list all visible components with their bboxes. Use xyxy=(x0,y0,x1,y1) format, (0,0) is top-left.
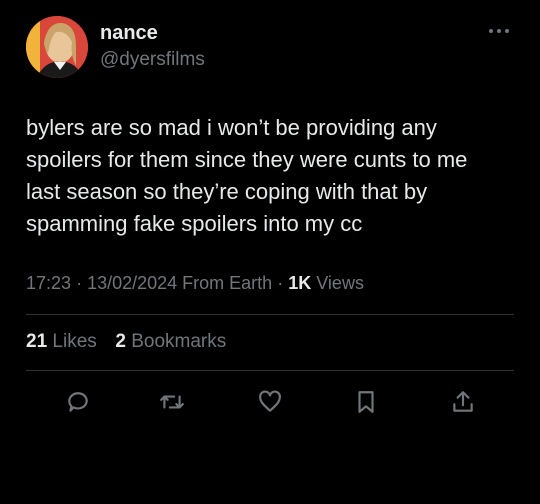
divider xyxy=(26,370,514,371)
tweet-text: bylers are so mad i won’t be providing a… xyxy=(26,112,514,240)
tweet-source: From Earth xyxy=(182,273,273,293)
views-label[interactable]: Views xyxy=(316,273,364,293)
engagement-stats: 21 Likes 2 Bookmarks xyxy=(26,331,226,353)
likes-count[interactable]: 21 xyxy=(26,331,47,352)
avatar[interactable] xyxy=(26,16,88,78)
tweet-line: spoilers for them since they were cunts … xyxy=(26,147,468,172)
bookmark-icon[interactable] xyxy=(353,389,379,415)
action-bar xyxy=(0,389,540,415)
share-icon[interactable] xyxy=(450,389,476,415)
tweet-line: spamming fake spoilers into my cc xyxy=(26,211,363,236)
tweet-date[interactable]: 13/02/2024 xyxy=(87,273,177,293)
retweet-icon[interactable] xyxy=(159,389,185,415)
views-count[interactable]: 1K xyxy=(288,273,311,293)
separator-dot: · xyxy=(277,273,289,293)
tweet-time[interactable]: 17:23 xyxy=(26,273,71,293)
tweet-line: last season so they’re coping with that … xyxy=(26,179,428,204)
reply-icon[interactable] xyxy=(65,389,91,415)
like-icon[interactable] xyxy=(257,389,283,415)
user-handle[interactable]: @dyersfilms xyxy=(100,49,205,71)
separator-dot: · xyxy=(76,273,88,293)
likes-label[interactable]: Likes xyxy=(52,331,96,352)
tweet-line: bylers are so mad i won’t be providing a… xyxy=(26,115,437,140)
tweet-metadata: 17:23 · 13/02/2024 From Earth · 1K Views xyxy=(26,273,364,294)
profile-photo xyxy=(26,16,88,78)
bookmarks-count[interactable]: 2 xyxy=(115,331,126,352)
bookmarks-label[interactable]: Bookmarks xyxy=(131,331,226,352)
more-options-icon[interactable] xyxy=(486,24,512,38)
display-name[interactable]: nance xyxy=(100,22,158,45)
divider xyxy=(26,314,514,315)
